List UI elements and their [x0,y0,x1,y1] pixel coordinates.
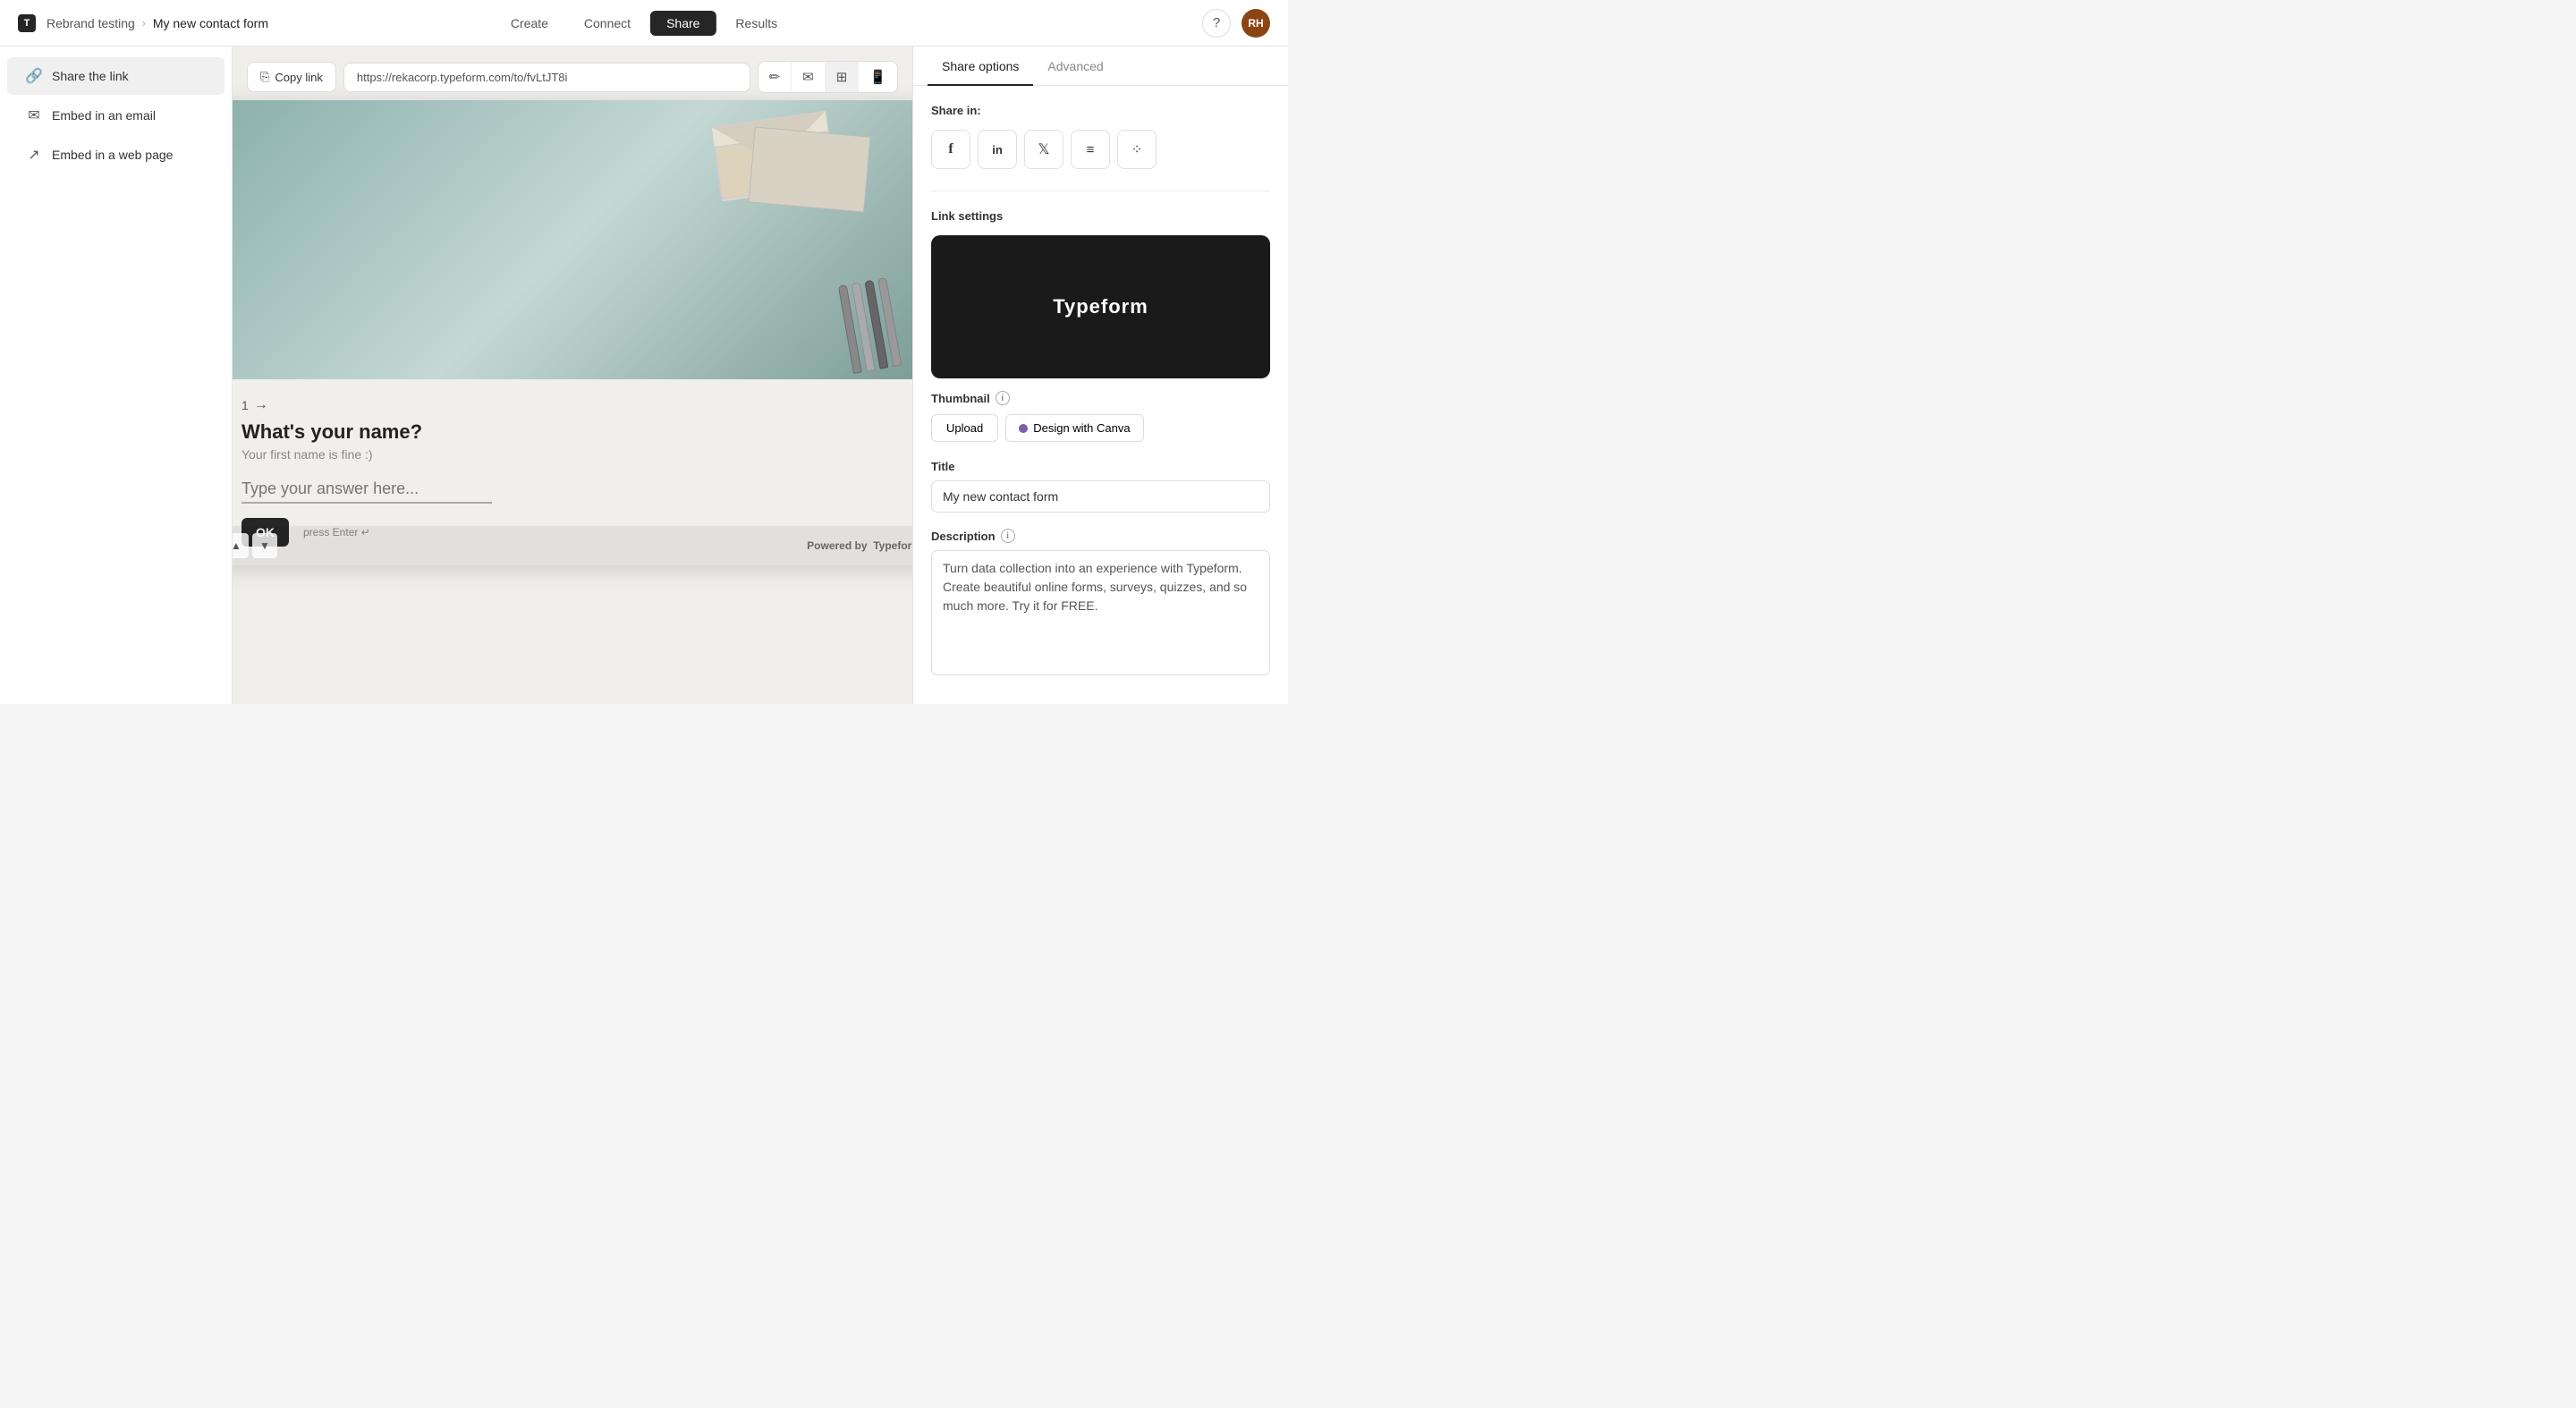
answer-input[interactable] [242,476,492,504]
thumbnail-label: Thumbnail i [931,391,1270,405]
question-text: What's your name? [242,420,903,444]
share-link-icon: 🔗 [25,67,43,85]
description-info-icon[interactable]: i [1001,529,1015,543]
tab-create[interactable]: Create [495,11,564,36]
view-toggle-buttons: ✏ ✉ ⊞ 📱 [758,61,898,93]
nav-tabs: Create Connect Share Results [495,11,793,36]
navigation-arrows: ▲ ▼ [233,533,277,558]
preview-image-area [233,100,912,379]
powered-by: Powered by Typeform [807,539,912,552]
linkedin-share-button[interactable]: in [978,130,1017,169]
panel-tab-advanced[interactable]: Advanced [1033,47,1117,86]
design-canva-button[interactable]: Design with Canva [1005,414,1143,442]
copy-link-button[interactable]: ⎘ Copy link [247,62,336,92]
buffer-share-button[interactable]: ≡ [1071,130,1110,169]
sidebar-item-embed-email[interactable]: ✉ Embed in an email [7,97,225,134]
nav-up-arrow[interactable]: ▲ [233,533,249,558]
canva-icon [1019,424,1028,433]
sidebar-item-embed-web[interactable]: ↗ Embed in a web page [7,136,225,174]
question-hint: Your first name is fine :) [242,447,903,462]
powered-by-brand: Typeform [873,539,912,552]
main-preview-area: ⎘ Copy link ✏ ✉ ⊞ 📱 [233,47,912,704]
description-field-label: Description i [931,529,1270,543]
help-button[interactable]: ? [1202,9,1231,38]
preview-form-area: 1 → What's your name? Your first name is… [233,379,912,565]
app-logo-icon: T [18,14,36,32]
brand-name: Rebrand testing [47,16,135,30]
embed-web-icon: ↗ [25,146,43,164]
sidebar-item-embed-web-label: Embed in a web page [52,148,173,162]
thumbnail-preview: Typeform [931,235,1270,378]
copy-link-icon: ⎘ [260,70,269,84]
tab-connect[interactable]: Connect [568,11,647,36]
title-input[interactable] [931,480,1270,513]
thumbnail-info-icon[interactable]: i [996,391,1010,405]
edit-view-button[interactable]: ✏ [758,62,792,92]
mobile-view-button[interactable]: 📱 [859,62,897,92]
nav-logo[interactable]: T [18,14,36,32]
breadcrumb: Rebrand testing › My new contact form [47,16,268,30]
more-share-button[interactable]: ⁘ [1117,130,1157,169]
copy-link-label: Copy link [275,71,322,84]
upload-thumbnail-button[interactable]: Upload [931,414,998,442]
description-textarea[interactable]: Turn data collection into an experience … [931,550,1270,675]
thumbnail-label-text: Thumbnail [931,392,990,405]
tab-results[interactable]: Results [719,11,793,36]
email-view-button[interactable]: ✉ [792,62,826,92]
url-bar: ⎘ Copy link ✏ ✉ ⊞ 📱 [247,61,898,93]
right-panel-tabs: Share options Advanced [913,47,1288,86]
nav-down-arrow[interactable]: ▼ [252,533,277,558]
nav-right: ? RH [1202,9,1270,38]
twitter-share-button[interactable]: 𝕏 [1024,130,1063,169]
breadcrumb-form-name: My new contact form [153,16,268,30]
question-number: 1 → [242,397,903,413]
top-nav: T Rebrand testing › My new contact form … [0,0,1288,47]
main-layout: 🔗 Share the link ✉ Embed in an email ↗ E… [0,47,1288,704]
preview-image-placeholder [233,100,912,379]
sidebar-item-share-link[interactable]: 🔗 Share the link [7,57,225,95]
tab-share[interactable]: Share [650,11,716,36]
thumbnail-brand-text: Typeform [1053,295,1148,318]
share-in-label: Share in: [931,104,1270,117]
panel-tab-share-options[interactable]: Share options [928,47,1033,86]
link-settings-label: Link settings [931,209,1270,223]
facebook-share-button[interactable]: f [931,130,970,169]
url-input[interactable] [343,63,750,92]
desktop-view-button[interactable]: ⊞ [826,62,860,92]
right-panel: Share options Advanced Share in: f in 𝕏 … [912,47,1288,704]
title-field-label: Title [931,460,1270,473]
embed-email-icon: ✉ [25,106,43,124]
link-settings-section: Link settings Typeform Thumbnail i Uploa… [931,209,1270,678]
preview-footer: ▲ ▼ Powered by Typeform [233,526,912,565]
form-preview: 1 → What's your name? Your first name is… [233,100,912,565]
avatar[interactable]: RH [1241,9,1270,38]
thumbnail-actions: Upload Design with Canva [931,414,1270,442]
sidebar-item-embed-email-label: Embed in an email [52,108,156,123]
sidebar: 🔗 Share the link ✉ Embed in an email ↗ E… [0,47,233,704]
right-panel-body: Share in: f in 𝕏 ≡ ⁘ Link settings Typef… [913,86,1288,704]
social-icons: f in 𝕏 ≡ ⁘ [931,130,1270,169]
breadcrumb-chevron: › [142,17,146,30]
sidebar-item-share-link-label: Share the link [52,69,129,83]
